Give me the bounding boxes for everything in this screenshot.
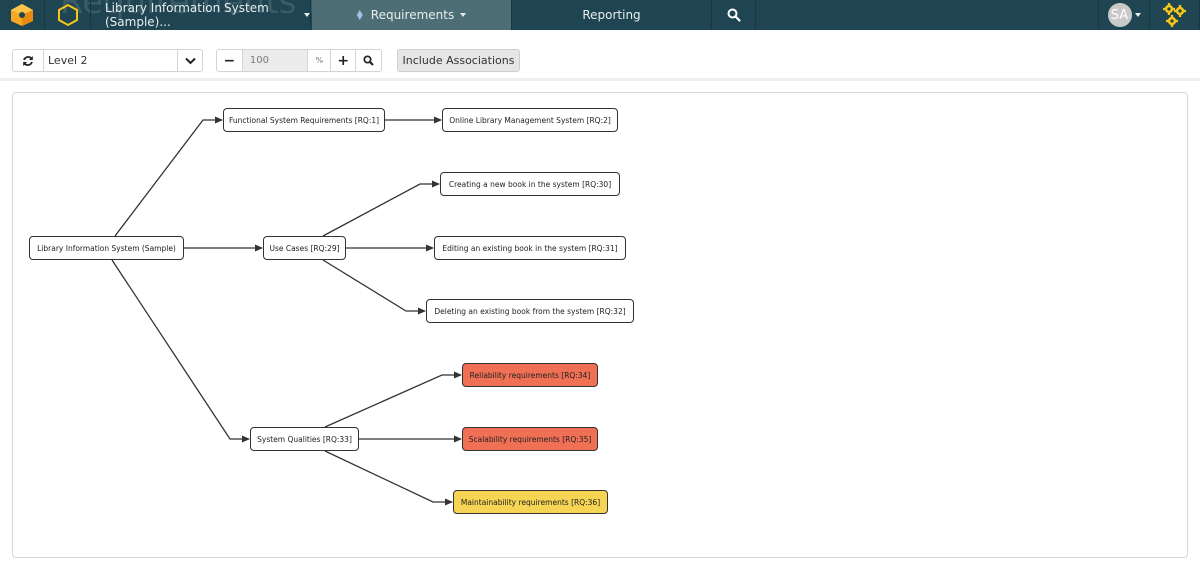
requirement-diamond-icon <box>356 10 363 20</box>
nav-requirements-label: Requirements <box>370 8 455 22</box>
zoom-control: − 100 % + <box>216 49 382 72</box>
mindmap-node-rq35[interactable]: Scalability requirements [RQ:35] <box>462 427 598 451</box>
level-select[interactable]: Level 2 <box>44 50 178 71</box>
plus-icon: + <box>337 52 350 69</box>
admin-settings-button[interactable] <box>1150 0 1200 30</box>
caret-down-icon <box>460 13 467 17</box>
zoom-input[interactable]: 100 <box>241 50 308 71</box>
top-nav-bar: Requirements Mind Map Library Informatio… <box>0 0 1200 30</box>
mindmap-canvas[interactable] <box>12 92 1188 558</box>
toolbar-divider <box>0 78 1200 81</box>
zoom-in-button[interactable]: + <box>331 50 357 71</box>
search-icon <box>363 55 374 66</box>
mindmap-node-rq30[interactable]: Creating a new book in the system [RQ:30… <box>440 172 620 196</box>
nav-reporting-label: Reporting <box>582 8 641 22</box>
mindmap-node-rq29[interactable]: Use Cases [RQ:29] <box>263 236 346 260</box>
gears-icon <box>1162 3 1186 27</box>
global-search-button[interactable] <box>712 0 756 30</box>
level-control: Level 2 <box>12 49 203 72</box>
zoom-fit-button[interactable] <box>356 50 381 71</box>
mindmap-node-rq2[interactable]: Online Library Management System [RQ:2] <box>442 108 618 132</box>
user-menu[interactable]: SA <box>1098 0 1150 30</box>
avatar: SA <box>1107 3 1132 27</box>
nav-requirements[interactable]: Requirements <box>312 0 512 30</box>
mindmap-node-rq32[interactable]: Deleting an existing book from the syste… <box>426 299 634 323</box>
mindmap-node-root[interactable]: Library Information System (Sample) <box>29 236 184 260</box>
workspace-button[interactable] <box>45 0 91 30</box>
refresh-button[interactable] <box>13 50 44 71</box>
project-name: Library Information System (Sample)... <box>105 1 269 29</box>
chevron-down-icon <box>184 57 196 64</box>
refresh-icon <box>23 55 33 66</box>
mindmap-node-rq1[interactable]: Functional System Requirements [RQ:1] <box>223 108 385 132</box>
minus-icon: − <box>223 52 236 69</box>
search-icon <box>727 8 741 22</box>
mindmap-node-rq33[interactable]: System Qualities [RQ:33] <box>250 427 359 451</box>
include-associations-button[interactable]: Include Associations <box>397 49 520 72</box>
zoom-unit: % <box>307 50 332 71</box>
mindmap-node-rq31[interactable]: Editing an existing book in the system [… <box>434 236 626 260</box>
nav-reporting[interactable]: Reporting <box>512 0 712 30</box>
project-selector[interactable]: Library Information System (Sample)... <box>91 0 311 30</box>
mindmap-toolbar: Level 2 − 100 % + Include Associations <box>0 30 1200 78</box>
mindmap-node-rq34[interactable]: Reliability requirements [RQ:34] <box>462 363 598 387</box>
app-logo[interactable] <box>0 0 45 30</box>
hexagon-icon <box>57 3 78 27</box>
caret-down-icon <box>304 13 310 17</box>
level-dropdown-toggle[interactable] <box>178 50 202 71</box>
zoom-out-button[interactable]: − <box>217 50 242 71</box>
caret-down-icon <box>1134 13 1141 17</box>
cubes-logo-icon <box>11 4 33 26</box>
mindmap-node-rq36[interactable]: Maintainability requirements [RQ:36] <box>453 490 608 514</box>
